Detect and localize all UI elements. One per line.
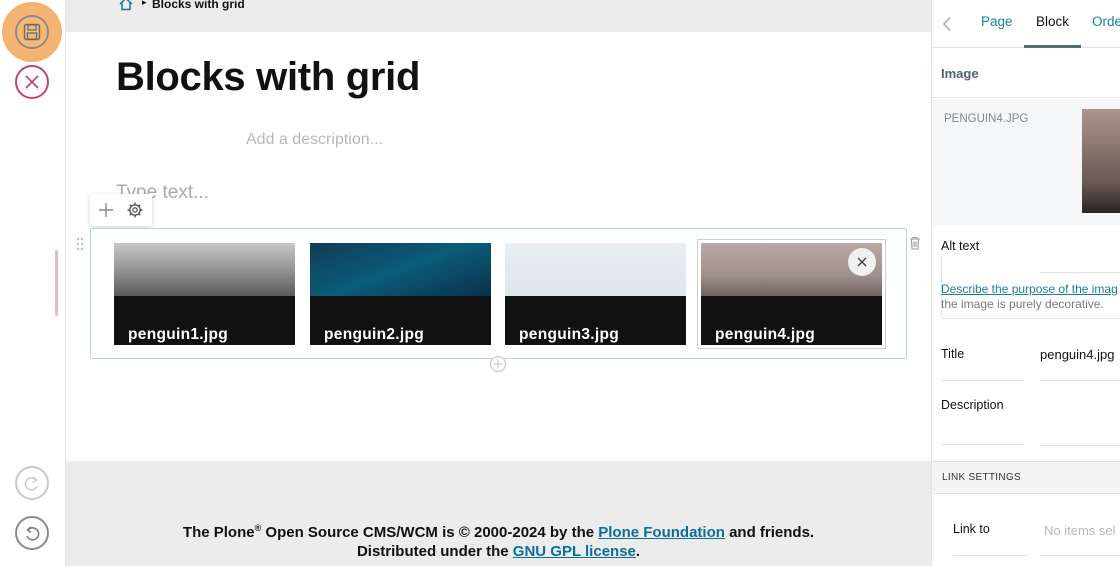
editing-toolbar	[0, 0, 66, 566]
close-icon	[25, 75, 39, 89]
block-outline-rail	[55, 250, 58, 316]
link-settings-title: LINK SETTINGS	[942, 472, 1021, 483]
sidebar-section-header: Image	[932, 49, 1120, 98]
section-title: Image	[941, 66, 979, 81]
drag-handle-icon[interactable]	[76, 236, 84, 255]
sidebar: Page Block Orde Image PENGUIN4.JPG Alt t…	[931, 0, 1120, 566]
plone-foundation-link[interactable]: Plone Foundation	[598, 524, 725, 541]
gpl-license-link[interactable]: GNU GPL license	[513, 543, 636, 560]
footer-license: Distributed under the GNU GPL license.	[356, 543, 641, 560]
breadcrumb-current: Blocks with grid	[152, 0, 245, 11]
trash-icon[interactable]	[909, 235, 921, 254]
link-to-label: Link to	[953, 522, 990, 536]
add-block-icon[interactable]	[97, 201, 115, 223]
grid-item-caption: penguin1.jpg	[128, 326, 229, 343]
cancel-button[interactable]	[15, 65, 49, 99]
link-settings-header[interactable]: LINK SETTINGS	[932, 461, 1120, 494]
add-block-below-icon[interactable]	[489, 355, 507, 377]
save-icon	[23, 23, 41, 41]
grid-item[interactable]: penguin2.jpg	[310, 243, 491, 345]
chevron-left-icon[interactable]	[942, 16, 952, 36]
image-preview-panel: PENGUIN4.JPG	[932, 99, 1120, 225]
undo-icon	[26, 526, 40, 541]
breadcrumb: ▸ Blocks with grid	[66, 0, 931, 32]
title-field[interactable]: penguin4.jpg	[1040, 347, 1114, 362]
alt-text-help-text: the image is purely decorative.	[941, 297, 1104, 311]
footer-copyright: The Plone® Open Source CMS/WCM is © 2000…	[182, 523, 815, 541]
save-button[interactable]	[15, 15, 49, 49]
alt-text-label: Alt text	[941, 239, 980, 253]
grid-item-caption: penguin3.jpg	[519, 326, 620, 343]
block-toolbar	[90, 194, 152, 226]
tab-block[interactable]: Block	[1036, 14, 1069, 29]
penguin-image	[505, 243, 686, 296]
undo-button[interactable]	[15, 516, 49, 550]
redo-button[interactable]	[15, 466, 49, 500]
alt-text-help-link[interactable]: Describe the purpose of the imag	[941, 282, 1118, 296]
site-footer: The Plone® Open Source CMS/WCM is © 2000…	[66, 461, 931, 566]
grid-item[interactable]: penguin3.jpg	[505, 243, 686, 345]
gear-icon[interactable]	[126, 201, 144, 223]
grid-item-caption: penguin4.jpg	[715, 326, 816, 343]
description-input[interactable]	[1040, 445, 1120, 446]
title-label: Title	[941, 347, 965, 361]
close-icon	[857, 257, 867, 267]
grid-item-caption: penguin2.jpg	[324, 326, 425, 343]
main-content: ▸ Blocks with grid Blocks with grid Add …	[66, 0, 931, 566]
grid-block[interactable]: penguin1.jpg penguin2.jpg penguin3.jpg p…	[90, 228, 907, 359]
alt-text-input[interactable]	[1040, 272, 1120, 273]
penguin-image	[310, 243, 491, 296]
remove-item-button[interactable]	[848, 248, 876, 276]
page-title[interactable]: Blocks with grid	[116, 55, 420, 100]
breadcrumb-separator-icon: ▸	[142, 0, 147, 8]
tab-page[interactable]: Page	[981, 14, 1013, 29]
grid-item[interactable]: penguin1.jpg	[114, 243, 295, 345]
image-filename: PENGUIN4.JPG	[944, 113, 1029, 125]
tab-order[interactable]: Orde	[1092, 14, 1120, 29]
redo-icon	[24, 476, 38, 491]
image-thumbnail	[1082, 109, 1120, 213]
description-label: Description	[941, 398, 1004, 412]
sidebar-tabs: Page Block Orde	[932, 0, 1120, 48]
description-field[interactable]: Add a description...	[246, 131, 383, 149]
penguin-image	[114, 243, 295, 296]
grid-item-selected[interactable]: penguin4.jpg	[697, 239, 886, 349]
link-to-field[interactable]: No items sel	[1044, 523, 1116, 538]
active-tab-indicator	[1024, 45, 1081, 48]
home-icon[interactable]	[118, 0, 134, 15]
